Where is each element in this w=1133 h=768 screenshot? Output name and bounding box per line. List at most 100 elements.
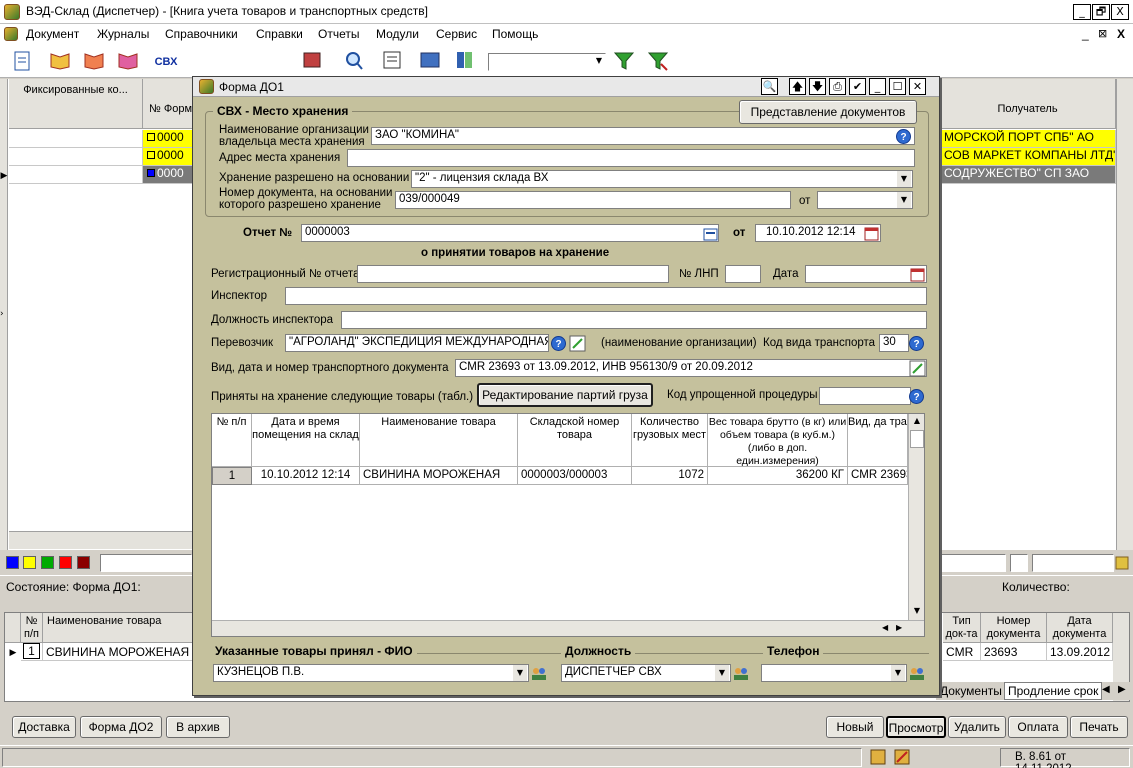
tab-extension[interactable]: Продление срок bbox=[1004, 682, 1103, 700]
menu-app-icon[interactable] bbox=[4, 27, 18, 41]
date-calendar-icon[interactable] bbox=[910, 267, 925, 282]
goods-col-transport[interactable]: Вид, да транспорт bbox=[848, 414, 908, 467]
table-row[interactable] bbox=[9, 130, 143, 148]
goods-col-weight[interactable]: Вес товара брутто (в кг) или объем товар… bbox=[708, 414, 848, 467]
dialog-up-icon[interactable]: 🡅 bbox=[789, 78, 806, 95]
menu-journals[interactable]: Журналы bbox=[97, 27, 149, 41]
role-dropdown-icon[interactable]: ▼ bbox=[715, 665, 729, 681]
table-row-receiver[interactable]: МОРСКОЙ ПОРТ СПБ" АО bbox=[940, 130, 1116, 148]
report-number-input[interactable]: 0000003 bbox=[301, 224, 719, 242]
goods-row-weight[interactable]: 36200 КГ bbox=[708, 467, 848, 485]
documents-presentation-button[interactable]: Представление документов bbox=[739, 100, 917, 124]
table-row-receiver[interactable]: СОДРУЖЕСТВО" СП ЗАО bbox=[940, 166, 1116, 184]
bottom-row-name[interactable]: СВИНИНА МОРОЖЕНАЯ bbox=[43, 643, 193, 661]
table-row-number[interactable]: 0000 bbox=[143, 166, 195, 184]
new-document-icon[interactable] bbox=[10, 50, 34, 74]
close-button[interactable]: X bbox=[1111, 4, 1129, 20]
table-row-number[interactable]: 0000 bbox=[143, 130, 195, 148]
sub-minimize-button[interactable]: _ bbox=[1082, 27, 1089, 41]
search-icon[interactable] bbox=[342, 50, 366, 74]
col-receiver-header[interactable]: Получатель bbox=[940, 79, 1116, 129]
dialog-preview-icon[interactable]: 🔍 bbox=[761, 78, 778, 95]
simplified-code-help-icon[interactable]: ? bbox=[909, 389, 924, 404]
status-icon-2[interactable] bbox=[894, 749, 910, 765]
sub-close-button[interactable]: X bbox=[1117, 27, 1125, 41]
pick-icon[interactable] bbox=[1114, 555, 1130, 571]
lnp-input[interactable] bbox=[725, 265, 761, 283]
menu-directories[interactable]: Справочники bbox=[165, 27, 238, 41]
goods-scroll-up-icon[interactable]: ▲ bbox=[910, 414, 924, 428]
filter-input-left[interactable] bbox=[100, 554, 192, 572]
table-row[interactable] bbox=[9, 148, 143, 166]
bottom-row-docdate[interactable]: 13.09.2012 bbox=[1047, 643, 1113, 661]
filter-checkbox[interactable] bbox=[1010, 554, 1028, 572]
transport-doc-edit-icon[interactable] bbox=[909, 360, 926, 377]
carrier-help-icon[interactable]: ? bbox=[551, 336, 566, 351]
main-grid-vscroll[interactable] bbox=[1116, 79, 1133, 550]
filter-clear-icon[interactable] bbox=[646, 50, 670, 74]
goods-row-np[interactable]: 1 bbox=[212, 467, 252, 485]
dialog-minimize-icon[interactable]: _ bbox=[869, 78, 886, 95]
goods-row-quantity[interactable]: 1072 bbox=[632, 467, 708, 485]
filter-input-right-1[interactable] bbox=[940, 554, 1006, 572]
address-input[interactable] bbox=[347, 149, 915, 167]
svx-icon[interactable]: СВХ bbox=[154, 50, 178, 74]
tab-scroll-right-icon[interactable]: ▶ bbox=[1118, 684, 1126, 695]
bottom-col-docdate-header[interactable]: Дата документа bbox=[1047, 613, 1113, 643]
basis-dropdown-icon[interactable]: ▼ bbox=[897, 171, 911, 187]
main-grid-hscroll[interactable] bbox=[9, 531, 193, 549]
goods-scroll-down-icon[interactable]: ▼ bbox=[910, 604, 924, 618]
table-row-receiver[interactable]: СОВ МАРКЕТ КОМПАНЫ ЛТД" bbox=[940, 148, 1116, 166]
goods-col-name[interactable]: Наименование товара bbox=[360, 414, 518, 467]
simplified-code-input[interactable] bbox=[819, 387, 911, 405]
menu-document[interactable]: Документ bbox=[26, 27, 79, 41]
inspector-input[interactable] bbox=[285, 287, 927, 305]
minimize-button[interactable]: _ bbox=[1073, 4, 1091, 20]
goods-row-datetime[interactable]: 10.10.2012 12:14 bbox=[252, 467, 360, 485]
print-button[interactable]: Печать bbox=[1070, 716, 1128, 738]
col-form-number-header[interactable]: № Форм bbox=[143, 79, 195, 129]
table-icon[interactable] bbox=[418, 50, 442, 74]
goods-col-warehouse-number[interactable]: Складской номер товара bbox=[518, 414, 632, 467]
dialog-maximize-icon[interactable]: ☐ bbox=[889, 78, 906, 95]
goods-row-name[interactable]: СВИНИНА МОРОЖЕНАЯ bbox=[360, 467, 518, 485]
dialog-ok-icon[interactable]: ✔ bbox=[849, 78, 866, 95]
accepted-by-select[interactable]: КУЗНЕЦОВ П.В. bbox=[213, 664, 529, 682]
bottom-row-docnum[interactable]: 23693 bbox=[981, 643, 1047, 661]
tab-scroll-left-icon[interactable]: ◀ bbox=[1102, 684, 1110, 695]
carrier-input[interactable]: "АГРОЛАНД" ЭКСПЕДИЦИЯ МЕЖДУНАРОДНАЯ bbox=[285, 334, 549, 352]
dialog-down-icon[interactable]: 🡇 bbox=[809, 78, 826, 95]
menu-help[interactable]: Помощь bbox=[492, 27, 538, 41]
table-row-number[interactable]: 0000 bbox=[143, 148, 195, 166]
dialog-print-icon[interactable]: ⎙ bbox=[829, 78, 846, 95]
toolbar-combo[interactable]: ▼ bbox=[488, 53, 606, 71]
role-select[interactable]: ДИСПЕТЧЕР СВХ bbox=[561, 664, 731, 682]
bottom-row-type[interactable]: CMR bbox=[943, 643, 981, 661]
book-icon-3[interactable] bbox=[116, 50, 140, 74]
menu-references[interactable]: Справки bbox=[256, 27, 303, 41]
status-icon-1[interactable] bbox=[870, 749, 886, 765]
basis-select[interactable]: "2" - лицензия склада ВХ bbox=[411, 170, 913, 188]
goods-col-quantity[interactable]: Количество грузовых мест bbox=[632, 414, 708, 467]
book-icon-1[interactable] bbox=[48, 50, 72, 74]
bottom-row-np[interactable]: 1 bbox=[21, 643, 43, 661]
phone-dropdown-icon[interactable]: ▼ bbox=[891, 665, 905, 681]
docnum-date-dropdown-icon[interactable]: ▼ bbox=[897, 192, 911, 208]
splitter-arrow-icon[interactable]: › bbox=[0, 309, 8, 325]
carrier-edit-icon[interactable] bbox=[569, 335, 586, 352]
transport-code-help-icon[interactable]: ? bbox=[909, 336, 924, 351]
date-input[interactable] bbox=[805, 265, 927, 283]
goods-scroll-left-icon[interactable]: ◀ bbox=[882, 623, 888, 632]
goods-row-transport[interactable]: CMR 23693 bbox=[848, 467, 908, 485]
goods-scroll-right-icon[interactable]: ▶ bbox=[896, 623, 902, 632]
filter-input-right-2[interactable] bbox=[1032, 554, 1114, 572]
book-icon-2[interactable] bbox=[82, 50, 106, 74]
fixed-columns-header[interactable]: Фиксированные ко... bbox=[9, 79, 143, 129]
payment-button[interactable]: Оплата bbox=[1008, 716, 1068, 738]
transport-code-input[interactable]: 30 bbox=[879, 334, 909, 352]
goods-row-warehouse-number[interactable]: 0000003/000003 bbox=[518, 467, 632, 485]
goods-scroll-thumb[interactable] bbox=[910, 430, 924, 448]
color-swatch-red[interactable] bbox=[59, 556, 72, 569]
dialog-close-icon[interactable]: ✕ bbox=[909, 78, 926, 95]
calendar-icon[interactable] bbox=[864, 226, 879, 241]
